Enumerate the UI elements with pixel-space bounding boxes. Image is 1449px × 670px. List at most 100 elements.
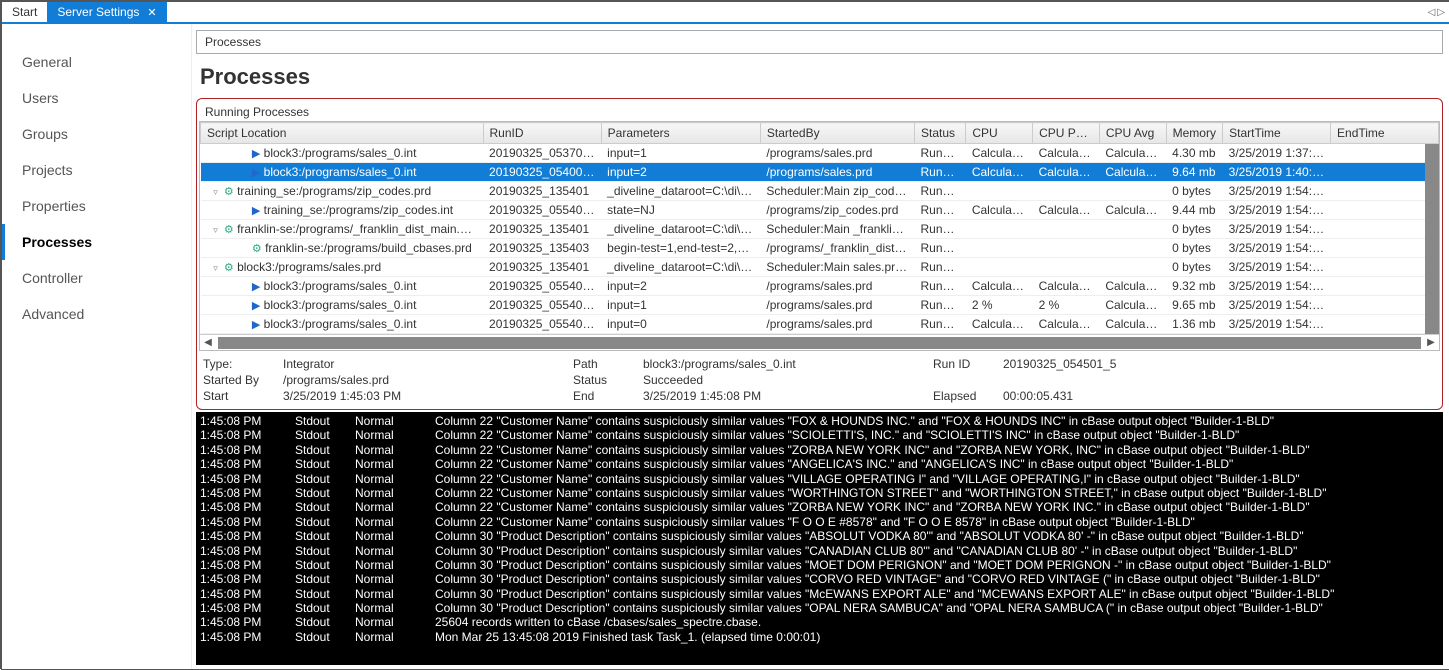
table-row[interactable]: ▶ block3:/programs/sales_0.int20190325_0… bbox=[201, 296, 1439, 315]
table-row[interactable]: ▶ block3:/programs/sales_0.int20190325_0… bbox=[201, 144, 1439, 163]
table-row[interactable]: ▿ ⚙ franklin-se:/programs/_franklin_dist… bbox=[201, 220, 1439, 239]
cell-peak: Calculating bbox=[1033, 144, 1100, 163]
cell-status: Running bbox=[914, 315, 965, 334]
close-icon[interactable]: ✕ bbox=[147, 6, 156, 19]
script-location: block3:/programs/sales.prd bbox=[237, 260, 381, 274]
play-icon: ▶ bbox=[252, 148, 260, 160]
table-row[interactable]: ⚙ franklin-se:/programs/build_cbases.prd… bbox=[201, 239, 1439, 258]
play-icon: ▶ bbox=[252, 319, 260, 331]
cell-cpu: Calculating bbox=[966, 163, 1033, 182]
script-location: block3:/programs/sales_0.int bbox=[264, 165, 417, 179]
cell-by: Scheduler:Main _franklin_dis… bbox=[760, 220, 914, 239]
cell-status: Running bbox=[914, 144, 965, 163]
process-details: Type: Integrator Path block3:/programs/s… bbox=[199, 351, 1440, 407]
table-row[interactable]: ▶ block3:/programs/sales_0.int20190325_0… bbox=[201, 277, 1439, 296]
horizontal-scrollbar[interactable]: ◀ ▶ bbox=[200, 334, 1439, 350]
column-header[interactable]: Status bbox=[914, 123, 965, 144]
detail-by-label: Started By bbox=[203, 373, 273, 387]
cell-params: _diveline_dataroot=C:\di\sol… bbox=[601, 258, 760, 277]
sidebar-item-groups[interactable]: Groups bbox=[2, 116, 191, 152]
column-header[interactable]: CPU Peak bbox=[1033, 123, 1100, 144]
cell-peak: Calculating bbox=[1033, 315, 1100, 334]
process-table[interactable]: Script LocationRunIDParametersStartedByS… bbox=[200, 122, 1439, 334]
table-row[interactable]: ▶ block3:/programs/sales_0.int20190325_0… bbox=[201, 163, 1439, 182]
tab-server-settings-label: Server Settings bbox=[57, 5, 139, 19]
detail-end: 3/25/2019 1:45:08 PM bbox=[643, 389, 923, 403]
cell-mem: 0 bytes bbox=[1166, 258, 1223, 277]
cell-mem: 0 bytes bbox=[1166, 182, 1223, 201]
cell-end bbox=[1331, 201, 1439, 220]
cell-cpu bbox=[966, 220, 1033, 239]
column-header[interactable]: StartTime bbox=[1223, 123, 1331, 144]
cell-start: 3/25/2019 1:54:05… bbox=[1223, 315, 1331, 334]
table-row[interactable]: ▿ ⚙ block3:/programs/sales.prd20190325_1… bbox=[201, 258, 1439, 277]
column-header[interactable]: CPU bbox=[966, 123, 1033, 144]
cell-start: 3/25/2019 1:54:01… bbox=[1223, 220, 1331, 239]
column-header[interactable]: Parameters bbox=[601, 123, 760, 144]
cell-cpu bbox=[966, 258, 1033, 277]
column-header[interactable]: StartedBy bbox=[760, 123, 914, 144]
play-icon: ▶ bbox=[252, 167, 260, 179]
console-line: 1:45:08 PMStdoutNormalColumn 22 "Custome… bbox=[200, 472, 1439, 486]
console-output[interactable]: 1:45:08 PMStdoutNormalColumn 22 "Custome… bbox=[196, 412, 1443, 665]
sidebar-item-processes[interactable]: Processes bbox=[2, 224, 191, 260]
cell-params: input=2 bbox=[601, 277, 760, 296]
column-header[interactable]: RunID bbox=[483, 123, 601, 144]
script-location: training_se:/programs/zip_codes.prd bbox=[237, 184, 431, 198]
cell-run: 20190325_055402_6 bbox=[483, 296, 601, 315]
cell-by: /programs/sales.prd bbox=[760, 144, 914, 163]
sidebar-item-general[interactable]: General bbox=[2, 44, 191, 80]
cell-params: _diveline_dataroot=C:\di\sol… bbox=[601, 182, 760, 201]
script-location: block3:/programs/sales_0.int bbox=[264, 317, 417, 331]
column-header[interactable]: Script Location bbox=[201, 123, 484, 144]
table-row[interactable]: ▶ block3:/programs/sales_0.int20190325_0… bbox=[201, 315, 1439, 334]
sidebar-item-projects[interactable]: Projects bbox=[2, 152, 191, 188]
detail-start-label: Start bbox=[203, 389, 273, 403]
sidebar-item-controller[interactable]: Controller bbox=[2, 260, 191, 296]
scroll-left-icon[interactable]: ◀ bbox=[200, 335, 216, 351]
cell-run: 20190325_053702_4 bbox=[483, 144, 601, 163]
cell-by: /programs/zip_codes.prd bbox=[760, 201, 914, 220]
cell-end bbox=[1331, 296, 1439, 315]
cell-status: Running bbox=[914, 258, 965, 277]
column-header[interactable]: Memory bbox=[1166, 123, 1223, 144]
tree-toggle-icon[interactable]: ▿ bbox=[211, 187, 221, 198]
sidebar-item-advanced[interactable]: Advanced bbox=[2, 296, 191, 332]
play-icon: ▶ bbox=[252, 205, 260, 217]
tab-server-settings[interactable]: Server Settings ✕ bbox=[47, 2, 166, 22]
tree-toggle-icon[interactable]: ▿ bbox=[211, 263, 221, 274]
scroll-track[interactable] bbox=[218, 337, 1421, 349]
cell-run: 20190325_135401 bbox=[483, 258, 601, 277]
cell-by: /programs/sales.prd bbox=[760, 296, 914, 315]
cell-run: 20190325_055402_4 bbox=[483, 277, 601, 296]
tab-prev-icon[interactable]: ◁ bbox=[1428, 7, 1436, 18]
tab-start[interactable]: Start bbox=[2, 2, 47, 22]
scroll-right-icon[interactable]: ▶ bbox=[1423, 335, 1439, 351]
cell-start: 3/25/2019 1:54:01… bbox=[1223, 258, 1331, 277]
cell-end bbox=[1331, 258, 1439, 277]
cell-avg bbox=[1099, 258, 1166, 277]
cell-status: Running bbox=[914, 201, 965, 220]
cell-avg bbox=[1099, 220, 1166, 239]
cell-start: 3/25/2019 1:54:05… bbox=[1223, 296, 1331, 315]
cell-status: Running bbox=[914, 239, 965, 258]
cell-params: input=1 bbox=[601, 144, 760, 163]
sidebar-item-properties[interactable]: Properties bbox=[2, 188, 191, 224]
cell-end bbox=[1331, 182, 1439, 201]
column-header[interactable]: EndTime bbox=[1331, 123, 1439, 144]
breadcrumb: Processes bbox=[196, 30, 1443, 54]
cell-avg bbox=[1099, 239, 1166, 258]
cell-avg: Calculating bbox=[1099, 163, 1166, 182]
vertical-scrollbar[interactable] bbox=[1425, 144, 1439, 334]
tab-next-icon[interactable]: ▷ bbox=[1437, 7, 1445, 18]
table-row[interactable]: ▶ training_se:/programs/zip_codes.int201… bbox=[201, 201, 1439, 220]
cell-run: 20190325_135401 bbox=[483, 220, 601, 239]
cell-params: state=NJ bbox=[601, 201, 760, 220]
cell-mem: 9.44 mb bbox=[1166, 201, 1223, 220]
cell-cpu: Calculating bbox=[966, 144, 1033, 163]
table-row[interactable]: ▿ ⚙ training_se:/programs/zip_codes.prd2… bbox=[201, 182, 1439, 201]
tree-toggle-icon[interactable]: ▿ bbox=[211, 225, 221, 236]
sidebar-item-users[interactable]: Users bbox=[2, 80, 191, 116]
column-header[interactable]: CPU Avg bbox=[1099, 123, 1166, 144]
cell-avg bbox=[1099, 182, 1166, 201]
